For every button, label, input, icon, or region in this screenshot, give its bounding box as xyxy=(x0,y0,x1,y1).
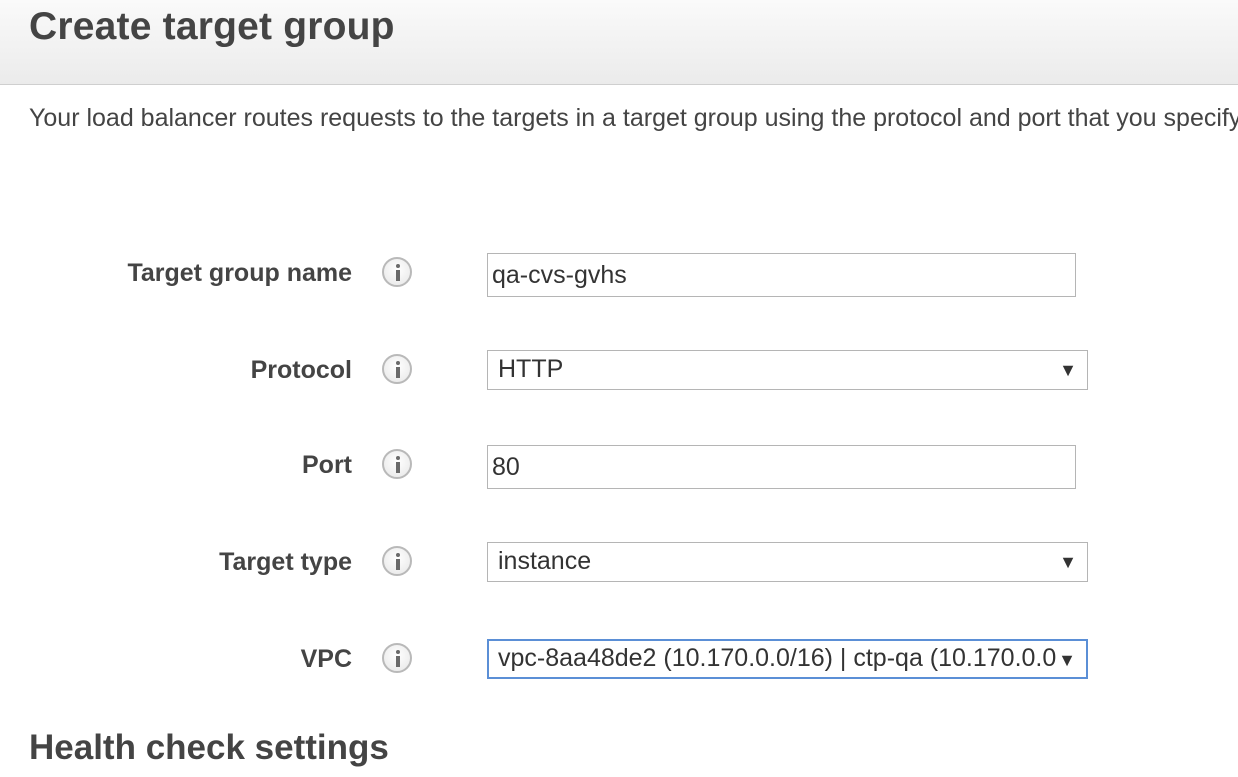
protocol-select[interactable]: HTTP ▼ xyxy=(487,350,1088,390)
form-row-port: Port xyxy=(0,445,1238,493)
info-icon[interactable] xyxy=(382,546,412,576)
form-row-target-type: Target type instance ▼ xyxy=(0,542,1238,590)
target-type-selected-value: instance xyxy=(498,547,592,575)
vpc-label: VPC xyxy=(300,645,352,673)
health-check-settings-heading: Health check settings xyxy=(29,728,389,767)
vpc-select[interactable]: vpc-8aa48de2 (10.170.0.0/16) | ctp-qa (1… xyxy=(487,639,1088,679)
protocol-selected-value: HTTP xyxy=(498,355,564,383)
port-input[interactable] xyxy=(487,445,1076,489)
page-description: Your load balancer routes requests to th… xyxy=(29,104,1238,132)
info-icon[interactable] xyxy=(382,257,412,287)
protocol-label: Protocol xyxy=(250,356,352,384)
page-header: Create target group xyxy=(0,0,1238,85)
form-row-protocol: Protocol HTTP ▼ xyxy=(0,350,1238,398)
target-type-select[interactable]: instance ▼ xyxy=(487,542,1088,582)
triangle-down-icon: ▼ xyxy=(1058,650,1076,670)
triangle-down-icon: ▼ xyxy=(1059,552,1077,572)
vpc-selected-value: vpc-8aa48de2 (10.170.0.0/16) | ctp-qa (1… xyxy=(498,644,1056,672)
target-group-name-label: Target group name xyxy=(127,259,352,287)
info-icon[interactable] xyxy=(382,449,412,479)
form-row-vpc: VPC vpc-8aa48de2 (10.170.0.0/16) | ctp-q… xyxy=(0,639,1238,687)
page-title: Create target group xyxy=(29,5,395,48)
info-icon[interactable] xyxy=(382,354,412,384)
form-row-target-group-name: Target group name xyxy=(0,253,1238,301)
target-group-name-input[interactable] xyxy=(487,253,1076,297)
info-icon[interactable] xyxy=(382,643,412,673)
triangle-down-icon: ▼ xyxy=(1059,360,1077,380)
port-label: Port xyxy=(302,451,352,479)
target-type-label: Target type xyxy=(219,548,352,576)
